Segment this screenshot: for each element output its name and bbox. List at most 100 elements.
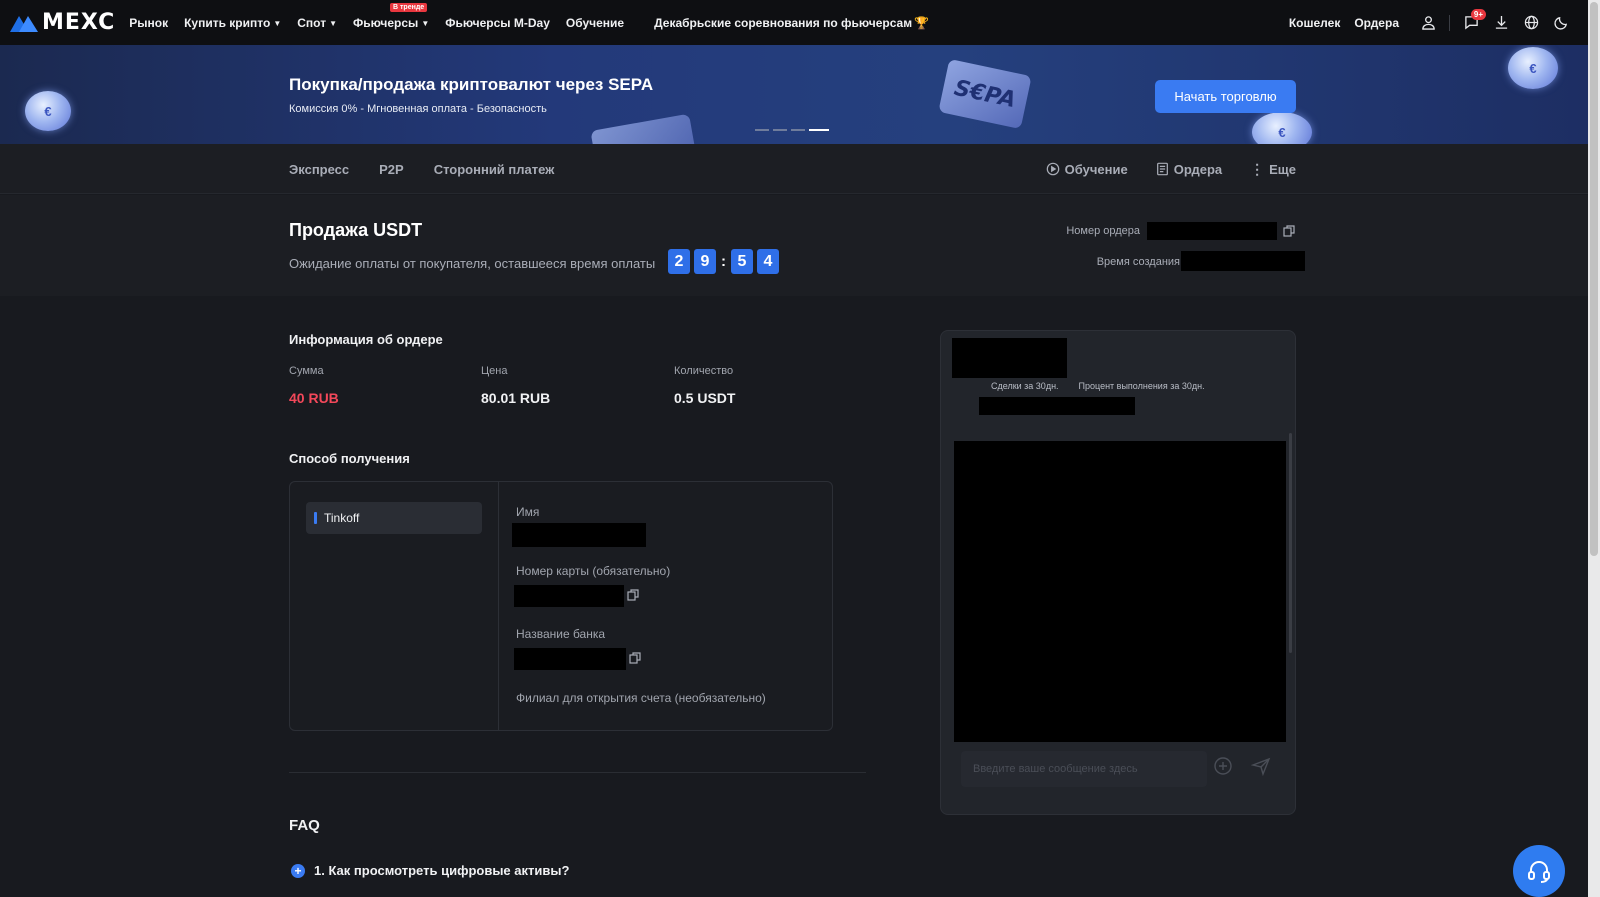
nav-spot-label: Спот bbox=[297, 15, 327, 30]
timer-digit: 2 bbox=[668, 249, 690, 274]
payment-method-title: Способ получения bbox=[289, 451, 410, 466]
nav-futures-mday[interactable]: Фьючерсы M-Day bbox=[445, 16, 550, 30]
more-vertical-icon: ⋮ bbox=[1250, 161, 1265, 177]
quantity-value: 0.5 USDT bbox=[674, 390, 736, 406]
amount-value: 40 RUB bbox=[289, 390, 339, 406]
page-scrollbar[interactable] bbox=[1588, 0, 1600, 897]
timer-digit: 4 bbox=[757, 249, 779, 274]
payment-method-tinkoff[interactable]: Tinkoff bbox=[306, 502, 482, 534]
plus-icon: + bbox=[291, 863, 305, 878]
chat-scrollbar[interactable] bbox=[1289, 433, 1292, 653]
send-icon[interactable] bbox=[1251, 756, 1271, 776]
completion-rate-label: Процент выполнения за 30дн. bbox=[1078, 381, 1205, 391]
card-number-label: Номер карты (обязательно) bbox=[516, 564, 671, 578]
promo-banner[interactable]: € € € S€PA Покупка/продажа криптовалют ч… bbox=[0, 45, 1588, 144]
notification-badge: 9+ bbox=[1470, 8, 1486, 20]
banner-dot-active[interactable] bbox=[809, 129, 829, 131]
user-icon[interactable] bbox=[1413, 8, 1443, 38]
copy-icon[interactable] bbox=[627, 589, 639, 601]
chat-stats: Сделки за 30дн. Процент выполнения за 30… bbox=[991, 381, 1205, 391]
nav-futures-mday-label: Фьючерсы M-Day bbox=[445, 15, 550, 30]
timer-separator: : bbox=[721, 253, 726, 270]
nav-promo-link[interactable]: Декабрьские соревнования по фьючерсам 🏆 bbox=[654, 16, 929, 30]
price-value: 80.01 RUB bbox=[481, 390, 551, 406]
branch-label: Филиал для открытия счета (необязательно… bbox=[516, 691, 766, 705]
banner-dot[interactable] bbox=[773, 129, 787, 131]
top-navbar: MEXC Рынок Купить крипто ▼ Спот ▼ В тренде… bbox=[0, 0, 1588, 45]
created-time-label: Время создания bbox=[1096, 256, 1180, 268]
order-header: Продажа USDT Ожидание оплаты от покупате… bbox=[0, 195, 1588, 296]
tab-p2p[interactable]: P2P bbox=[379, 162, 404, 177]
faq-title: FAQ bbox=[289, 817, 320, 834]
euro-coin-icon: € bbox=[25, 91, 71, 131]
copy-icon[interactable] bbox=[1283, 225, 1295, 237]
document-icon bbox=[1156, 162, 1168, 176]
timer-digit: 9 bbox=[694, 249, 716, 274]
message-icon[interactable]: 9+ bbox=[1456, 8, 1486, 38]
created-time-redacted bbox=[1181, 251, 1305, 271]
banner-pagination bbox=[755, 129, 829, 131]
chat-messages-redacted bbox=[954, 441, 1286, 742]
timer-digit: 5 bbox=[731, 249, 753, 274]
scrollbar-thumb[interactable] bbox=[1590, 2, 1598, 556]
start-trading-button[interactable]: Начать торговлю bbox=[1155, 80, 1296, 113]
order-number-redacted bbox=[1147, 222, 1277, 240]
payment-divider bbox=[498, 482, 499, 730]
nav-divider bbox=[1449, 14, 1450, 31]
sepa-card-image: S€PA bbox=[938, 58, 1032, 130]
copy-icon[interactable] bbox=[629, 652, 641, 664]
chevron-down-icon: ▼ bbox=[421, 18, 430, 28]
nav-market-label: Рынок bbox=[129, 15, 169, 30]
subnav-learn[interactable]: Обучение bbox=[1046, 162, 1128, 177]
bank-name-redacted bbox=[514, 648, 626, 670]
tab-express[interactable]: Экспресс bbox=[289, 162, 349, 177]
chat-message-input[interactable]: Введите ваше сообщение здесь bbox=[961, 751, 1207, 787]
sepa-card-image bbox=[590, 113, 698, 144]
download-icon[interactable] bbox=[1486, 8, 1516, 38]
banner-dot[interactable] bbox=[791, 129, 805, 131]
globe-icon[interactable] bbox=[1516, 8, 1546, 38]
counterparty-name-redacted bbox=[952, 338, 1067, 378]
subnav-orders[interactable]: Ордера bbox=[1156, 162, 1222, 177]
nav-promo-label: Декабрьские соревнования по фьючерсам bbox=[654, 15, 913, 30]
mexc-logo-icon bbox=[10, 15, 38, 32]
trending-badge: В тренде bbox=[390, 2, 428, 12]
nav-learn-label: Обучение bbox=[565, 15, 625, 30]
add-attachment-icon[interactable] bbox=[1213, 756, 1233, 776]
nav-buy-crypto[interactable]: Купить крипто ▼ bbox=[184, 16, 281, 30]
nav-wallet-label: Кошелек bbox=[1288, 15, 1341, 30]
mexc-logo[interactable]: MEXC bbox=[10, 10, 115, 35]
bank-name-label: Название банка bbox=[516, 627, 606, 641]
nav-orders[interactable]: Ордера bbox=[1354, 16, 1399, 30]
method-indicator bbox=[314, 512, 317, 524]
quantity-label: Количество bbox=[674, 365, 734, 377]
banner-dot[interactable] bbox=[755, 129, 769, 131]
name-redacted bbox=[512, 523, 646, 547]
faq-item[interactable]: + 1. Как просмотреть цифровые активы? bbox=[291, 863, 569, 878]
headset-icon bbox=[1528, 861, 1550, 883]
payment-method-label: Tinkoff bbox=[324, 511, 360, 525]
stats-values-redacted bbox=[979, 397, 1135, 415]
nav-learn[interactable]: Обучение bbox=[566, 16, 624, 30]
card-number-redacted bbox=[514, 585, 624, 607]
subnav-orders-label: Ордера bbox=[1173, 161, 1223, 177]
section-divider bbox=[289, 772, 866, 773]
payment-timer: 2 9 : 5 4 bbox=[668, 249, 779, 274]
banner-title: Покупка/продажа криптовалют через SEPA bbox=[289, 75, 654, 94]
euro-coin-icon: € bbox=[1252, 112, 1312, 144]
faq-question: 1. Как просмотреть цифровые активы? bbox=[314, 863, 570, 878]
nav-futures-label: Фьючерсы bbox=[353, 15, 419, 30]
amount-label: Сумма bbox=[289, 365, 324, 377]
nav-wallet[interactable]: Кошелек bbox=[1289, 16, 1340, 30]
nav-orders-label: Ордера bbox=[1354, 15, 1399, 30]
p2p-subnav: Экспресс P2P Сторонний платеж Обучение О… bbox=[0, 144, 1588, 194]
moon-icon[interactable] bbox=[1546, 8, 1576, 38]
name-label: Имя bbox=[516, 505, 540, 519]
nav-spot[interactable]: Спот ▼ bbox=[297, 16, 337, 30]
nav-right: Кошелек Ордера 9+ bbox=[1289, 0, 1576, 45]
nav-futures[interactable]: В тренде Фьючерсы ▼ bbox=[353, 2, 430, 30]
tab-third-party[interactable]: Сторонний платеж bbox=[434, 162, 555, 177]
subnav-more[interactable]: ⋮ Еще bbox=[1250, 162, 1296, 177]
support-chat-button[interactable] bbox=[1513, 845, 1565, 897]
nav-market[interactable]: Рынок bbox=[129, 16, 168, 30]
